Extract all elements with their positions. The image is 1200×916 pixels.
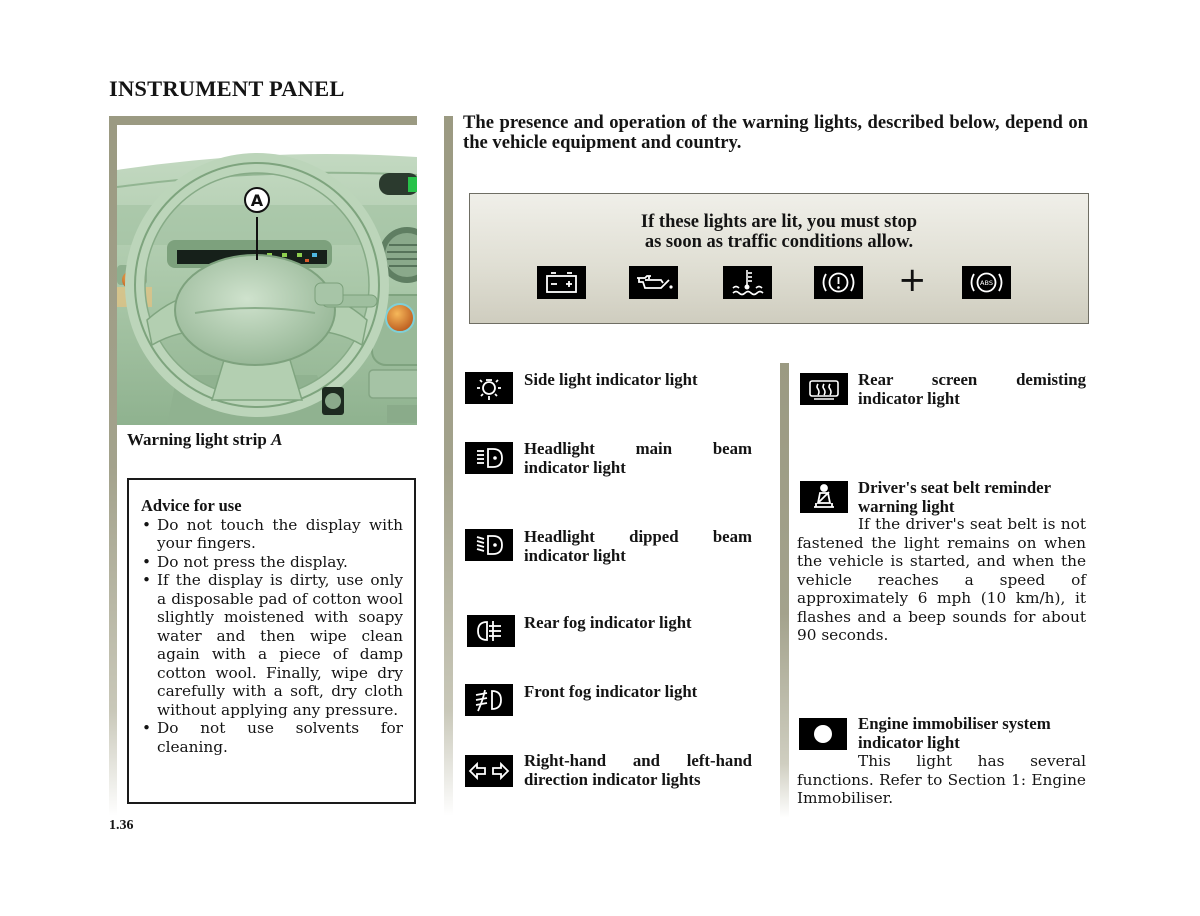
main-beam-title: Headlight main beam indicator light [524, 439, 752, 477]
immobiliser-description: This light has several functions. Refer … [797, 752, 1086, 807]
coolant-temperature-icon [723, 266, 772, 299]
stop-warning-line-1: If these lights are lit, you must stop [640, 212, 918, 232]
oil-pressure-icon [629, 266, 678, 299]
plus-symbol: + [898, 260, 927, 300]
stop-warning-box: If these lights are lit, you must stop a… [469, 193, 1089, 324]
column-divider-bar [444, 116, 453, 816]
dashboard-illustration: A [117, 125, 417, 425]
figure-frame-top [109, 116, 417, 125]
advice-list: Do not touch the display with your finge… [141, 516, 403, 757]
stop-warning-line-2: as soon as traffic conditions allow. [644, 232, 914, 252]
column-divider-bar-right [780, 363, 789, 818]
advice-title: Advice for use [141, 496, 242, 515]
immobiliser-title: Engine immobiliser system indicator ligh… [858, 714, 1051, 752]
rear-screen-demist-title: Rear screen demisting indicator light [858, 370, 1086, 408]
brake-warning-icon [814, 266, 863, 299]
airbag-hub [174, 254, 336, 366]
caption-reference: A [271, 430, 283, 449]
battery-icon [537, 266, 586, 299]
advice-item: If the display is dirty, use only a disp… [141, 571, 403, 719]
front-fog-title: Front fog indicator light [524, 682, 698, 701]
page-number: 1.36 [109, 818, 134, 833]
dipped-beam-title: Headlight dipped beam indicator light [524, 527, 752, 565]
seat-belt-icon [800, 481, 848, 513]
callout-label: A [251, 191, 264, 210]
advice-box: Advice for use Do not touch the display … [127, 478, 416, 804]
heater-knob [385, 303, 415, 333]
rear-fog-icon [467, 615, 515, 647]
svg-text:ABS: ABS [980, 279, 993, 287]
front-fog-icon [465, 684, 513, 716]
rear-fog-title: Rear fog indicator light [524, 613, 692, 632]
abs-icon: ABS [962, 266, 1011, 299]
side-light-title: Side light indicator light [524, 370, 698, 389]
intro-text: The presence and operation of the warnin… [463, 112, 1088, 153]
advice-item: Do not touch the display with your finge… [141, 516, 403, 553]
seat-belt-description: If the driver's seat belt is not fastene… [797, 515, 1086, 644]
advice-item: Do not press the display. [141, 553, 403, 572]
dashboard-drawing: A [117, 153, 417, 425]
side-light-icon [465, 372, 513, 404]
seat-belt-title: Driver's seat belt reminder warning ligh… [858, 478, 1052, 516]
figure-caption: Warning light strip A [127, 430, 282, 450]
page-title: INSTRUMENT PANEL [109, 76, 345, 101]
immobiliser-icon [799, 718, 847, 750]
figure-frame-side [109, 116, 117, 816]
dipped-beam-icon [465, 529, 513, 561]
advice-item: Do not use solvents for cleaning. [141, 719, 403, 756]
stop-warning-text: If these lights are lit, you must stop a… [470, 212, 1088, 252]
caption-text: Warning light strip [127, 430, 272, 449]
rear-screen-demist-icon [800, 373, 848, 405]
direction-indicator-icon [465, 755, 513, 787]
direction-indicator-title: Right-hand and left-hand direction indic… [524, 751, 752, 789]
main-beam-icon [465, 442, 513, 474]
stop-warning-icons: + ABS [470, 260, 1088, 300]
